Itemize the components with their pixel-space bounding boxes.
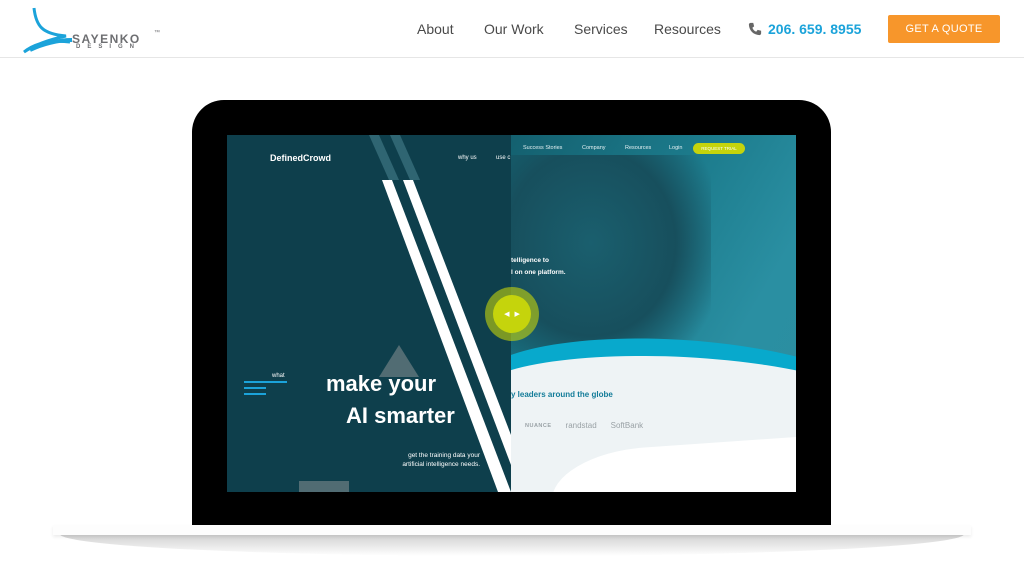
before-menu-label: what [272,373,285,379]
get-a-quote-button[interactable]: GET A QUOTE [888,15,1000,43]
after-nav-company: Company [582,145,606,151]
nav-about[interactable]: About [417,21,454,37]
comparison-slider-handle[interactable]: ◀ ▶ [485,287,539,341]
definedcrowd-logo: DefinedCrowd [270,153,332,163]
laptop-base-shadow [60,534,964,556]
phone-icon [748,22,762,36]
nav-services[interactable]: Services [574,21,628,37]
leaders-heading: y leaders around the globe [511,390,613,399]
nav-our-work[interactable]: Our Work [484,21,544,37]
after-nav-resources: Resources [625,145,652,151]
swoosh-icon [23,7,73,54]
phone-link[interactable]: 206. 659. 8955 [748,21,861,37]
randstad-logo: randstad [565,421,597,430]
arrow-right-icon: ▶ [514,311,520,318]
laptop-base [53,525,971,535]
site-header: SAYENKO ™ DESIGN About Our Work Services… [0,0,1024,58]
grey-block [299,481,349,492]
logo-trademark: ™ [154,30,160,36]
sayenko-logo[interactable]: SAYENKO ™ DESIGN [22,6,162,54]
logo-subtitle: DESIGN [76,44,142,50]
client-logos: NUANCE randstad SoftBank [525,421,643,430]
hamburger-icon [244,381,287,399]
arrow-left-icon: ◀ [504,311,510,318]
after-hero-text: telligence to l on one platform. [511,255,566,279]
before-nav-use-cases: use c [496,155,511,161]
before-subline: get the training data your artificial in… [402,452,480,468]
after-nav-success-stories: Success Stories [523,145,563,151]
after-hero-line2: l on one platform. [511,269,566,276]
after-design: Success Stories Company Resources Login … [511,135,796,492]
request-trial-button: REQUEST TRIAL [693,143,745,154]
nav-resources[interactable]: Resources [654,21,721,37]
before-headline-line1: make your [326,371,437,396]
phone-number: 206. 659. 8955 [768,21,862,37]
after-nav-login: Login [669,145,683,151]
nuance-logo: NUANCE [525,422,552,429]
before-nav-why-us: why us [458,155,477,161]
softbank-logo: SoftBank [610,421,644,430]
diagonal-stripes [369,135,511,492]
before-design: DefinedCrowd why us use c what make your… [227,135,511,492]
slider-knob[interactable]: ◀ ▶ [493,295,531,333]
before-headline-line2: AI smarter [346,403,455,428]
after-hero-line1: telligence to [511,257,549,264]
